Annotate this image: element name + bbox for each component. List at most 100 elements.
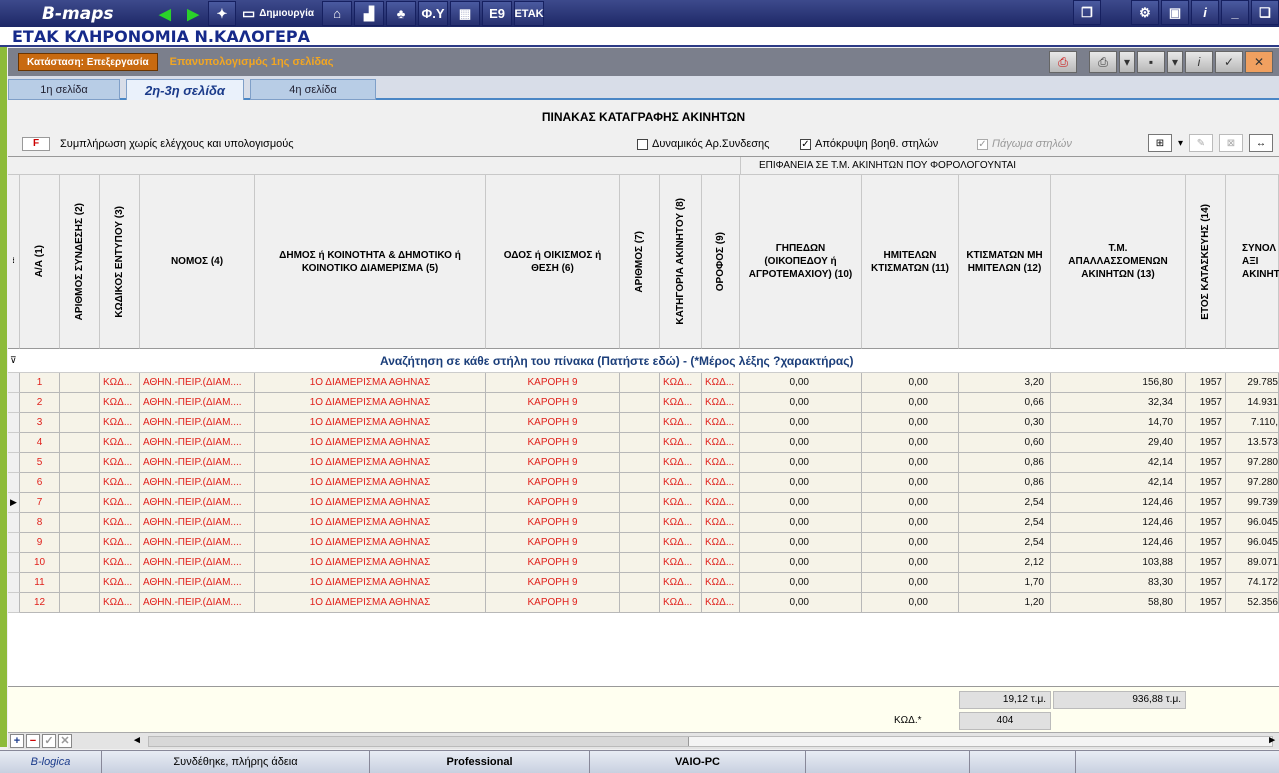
windows-icon[interactable]: ❐ xyxy=(1073,0,1101,25)
tab-page-2-3[interactable]: 2η-3η σελίδα xyxy=(126,79,244,100)
table-row[interactable]: 4 ΚΩΔ... ΑΘΗΝ.-ΠΕΙΡ.(ΔΙΑΜ.... 1Ο ΔΙΑΜΕΡΙΣΜΑ… xyxy=(8,433,1279,453)
table-cell[interactable]: 1Ο ΔΙΑΜΕΡΙΣΜΑ ΑΘΗΝΑΣ xyxy=(255,413,486,433)
table-cell[interactable]: 11 xyxy=(20,573,60,593)
table-cell[interactable]: 2,54 xyxy=(959,493,1051,513)
table-cell[interactable]: ΚΑΡΟΡΗ 9 xyxy=(486,413,620,433)
column-search-row[interactable]: Αναζήτηση σε κάθε στήλη του πίνακα (Πατή… xyxy=(8,349,1279,373)
table-cell[interactable]: 1957 xyxy=(1186,433,1226,453)
table-cell[interactable]: 2,54 xyxy=(959,533,1051,553)
table-cell[interactable]: ΚΩΔ... xyxy=(100,533,140,553)
table-cell[interactable] xyxy=(620,473,660,493)
table-cell[interactable]: 1,70 xyxy=(959,573,1051,593)
table-cell[interactable] xyxy=(620,433,660,453)
table-cell[interactable]: 0,86 xyxy=(959,473,1051,493)
table-cell[interactable]: 14,70 xyxy=(1051,413,1186,433)
table-cell[interactable]: 1Ο ΔΙΑΜΕΡΙΣΜΑ ΑΘΗΝΑΣ xyxy=(255,433,486,453)
table-cell[interactable] xyxy=(620,493,660,513)
table-cell[interactable]: 0,30 xyxy=(959,413,1051,433)
table-cell[interactable]: 5 xyxy=(20,453,60,473)
col-header-form-code[interactable]: ΚΩΔΙΚΟΣ ΕΝΤΥΠΟΥ (3) xyxy=(100,175,140,349)
row-selector[interactable] xyxy=(8,453,20,473)
table-cell[interactable] xyxy=(620,513,660,533)
back-arrow-icon[interactable]: ◀ xyxy=(152,1,178,26)
table-cell[interactable]: ΚΩΔ... xyxy=(100,453,140,473)
table-cell[interactable]: ΚΩΔ... xyxy=(100,433,140,453)
table-cell[interactable]: 1Ο ΔΙΑΜΕΡΙΣΜΑ ΑΘΗΝΑΣ xyxy=(255,553,486,573)
table-cell[interactable]: 1Ο ΔΙΑΜΕΡΙΣΜΑ ΑΘΗΝΑΣ xyxy=(255,473,486,493)
table-cell[interactable]: 58,80 xyxy=(1051,593,1186,613)
table-cell[interactable]: ΚΩΔ... xyxy=(702,373,740,393)
table-cell[interactable]: 1 xyxy=(20,373,60,393)
state-button[interactable]: Κατάσταση: Επεξεργασία xyxy=(18,53,158,71)
table-row[interactable]: 2 ΚΩΔ... ΑΘΗΝ.-ΠΕΙΡ.(ΔΙΑΜ.... 1Ο ΔΙΑΜΕΡΙΣΜΑ… xyxy=(8,393,1279,413)
col-header-number[interactable]: ΑΡΙΘΜΟΣ (7) xyxy=(620,175,660,349)
table-cell[interactable]: 0,00 xyxy=(740,393,862,413)
table-cell[interactable]: 1957 xyxy=(1186,593,1226,613)
table-cell[interactable]: 156,80 xyxy=(1051,373,1186,393)
table-cell[interactable]: 1Ο ΔΙΑΜΕΡΙΣΜΑ ΑΘΗΝΑΣ xyxy=(255,453,486,473)
table-cell[interactable]: 29.785 xyxy=(1226,373,1279,393)
table-cell[interactable]: 10 xyxy=(20,553,60,573)
row-selector[interactable] xyxy=(8,413,20,433)
table-cell[interactable]: ΚΩΔ... xyxy=(100,553,140,573)
table-row[interactable]: 10 ΚΩΔ... ΑΘΗΝ.-ΠΕΙΡ.(ΔΙΑΜ.... 1Ο ΔΙΑΜΕΡΙΣΜ… xyxy=(8,553,1279,573)
pdf-icon[interactable]: ⎙ xyxy=(1049,51,1077,73)
table-row[interactable]: 1 ΚΩΔ... ΑΘΗΝ.-ΠΕΙΡ.(ΔΙΑΜ.... 1Ο ΔΙΑΜΕΡΙΣΜΑ… xyxy=(8,373,1279,393)
print-icon[interactable]: ⎙ xyxy=(1089,51,1117,73)
table-cell[interactable]: ΚΑΡΟΡΗ 9 xyxy=(486,473,620,493)
table-cell[interactable] xyxy=(60,373,100,393)
dynamic-link-checkbox[interactable]: Δυναμικός Αρ.Συνδεσης xyxy=(637,138,769,150)
row-selector[interactable] xyxy=(8,553,20,573)
e9-button[interactable]: Ε9 xyxy=(482,1,513,26)
table-cell[interactable]: 6 xyxy=(20,473,60,493)
table-cell[interactable]: ΚΩΔ... xyxy=(702,393,740,413)
table-cell[interactable]: ΚΩΔ... xyxy=(702,493,740,513)
table-cell[interactable] xyxy=(60,433,100,453)
table-cell[interactable]: 1957 xyxy=(1186,573,1226,593)
scroll-left-icon[interactable]: ◂ xyxy=(130,734,144,748)
add-record-icon[interactable]: + xyxy=(10,734,24,748)
table-cell[interactable]: 0,00 xyxy=(740,553,862,573)
table-cell[interactable]: ΚΑΡΟΡΗ 9 xyxy=(486,453,620,473)
table-cell[interactable]: ΚΩΔ... xyxy=(100,573,140,593)
table-cell[interactable]: 0,86 xyxy=(959,453,1051,473)
row-selector[interactable] xyxy=(8,433,20,453)
table-cell[interactable]: 1Ο ΔΙΑΜΕΡΙΣΜΑ ΑΘΗΝΑΣ xyxy=(255,573,486,593)
recalc-link[interactable]: Επανυπολογισμός 1ης σελίδας xyxy=(170,56,334,68)
table-cell[interactable]: 1Ο ΔΙΑΜΕΡΙΣΜΑ ΑΘΗΝΑΣ xyxy=(255,373,486,393)
create-button[interactable]: ▭ Δημιουργία xyxy=(236,1,320,26)
table-cell[interactable]: ΑΘΗΝ.-ΠΕΙΡ.(ΔΙΑΜ.... xyxy=(140,373,255,393)
col-header-total-value[interactable]: ΣΥΝΟΛ ΑΞΙ ΑΚΙΝΗΤΟ xyxy=(1226,175,1279,349)
table-cell[interactable]: 1957 xyxy=(1186,533,1226,553)
hide-columns-checkbox[interactable]: ✓ Απόκρυψη βοηθ. στηλών xyxy=(800,138,938,150)
table-cell[interactable] xyxy=(620,453,660,473)
table-cell[interactable]: 103,88 xyxy=(1051,553,1186,573)
minimize-icon[interactable]: _ xyxy=(1221,0,1249,25)
table-cell[interactable]: ΑΘΗΝ.-ΠΕΙΡ.(ΔΙΑΜ.... xyxy=(140,453,255,473)
table-cell[interactable]: 0,00 xyxy=(740,593,862,613)
tab-page-4[interactable]: 4η σελίδα xyxy=(250,79,376,100)
table-cell[interactable]: ΚΩΔ... xyxy=(702,513,740,533)
table-cell[interactable]: 97.280 xyxy=(1226,473,1279,493)
table-row[interactable]: 5 ΚΩΔ... ΑΘΗΝ.-ΠΕΙΡ.(ΔΙΑΜ.... 1Ο ΔΙΑΜΕΡΙΣΜΑ… xyxy=(8,453,1279,473)
table-cell[interactable] xyxy=(60,553,100,573)
table-cell[interactable]: 29,40 xyxy=(1051,433,1186,453)
table-cell[interactable]: 0,00 xyxy=(862,393,959,413)
scrollbar-thumb[interactable] xyxy=(149,737,689,746)
row-selector[interactable] xyxy=(8,373,20,393)
table-cell[interactable]: ΑΘΗΝ.-ΠΕΙΡ.(ΔΙΑΜ.... xyxy=(140,553,255,573)
table-cell[interactable] xyxy=(620,413,660,433)
table-cell[interactable]: ΚΩΔ... xyxy=(660,473,702,493)
table-cell[interactable]: 1957 xyxy=(1186,553,1226,573)
row-selector[interactable] xyxy=(8,593,20,613)
fy-button[interactable]: Φ.Υ xyxy=(418,1,449,26)
table-cell[interactable]: 74.172 xyxy=(1226,573,1279,593)
table-cell[interactable]: ΑΘΗΝ.-ΠΕΙΡ.(ΔΙΑΜ.... xyxy=(140,573,255,593)
table-cell[interactable]: 1957 xyxy=(1186,453,1226,473)
table-cell[interactable]: ΑΘΗΝ.-ΠΕΙΡ.(ΔΙΑΜ.... xyxy=(140,513,255,533)
col-header-unfinished[interactable]: ΗΜΙΤΕΛΩΝ ΚΤΙΣΜΑΤΩΝ (11) xyxy=(862,175,959,349)
table-cell[interactable]: ΚΩΔ... xyxy=(100,373,140,393)
row-selector[interactable] xyxy=(8,573,20,593)
col-header-category[interactable]: ΚΑΤΗΓΟΡΙΑ ΑΚΙΝΗΤΟΥ (8) xyxy=(660,175,702,349)
table-cell[interactable] xyxy=(620,553,660,573)
